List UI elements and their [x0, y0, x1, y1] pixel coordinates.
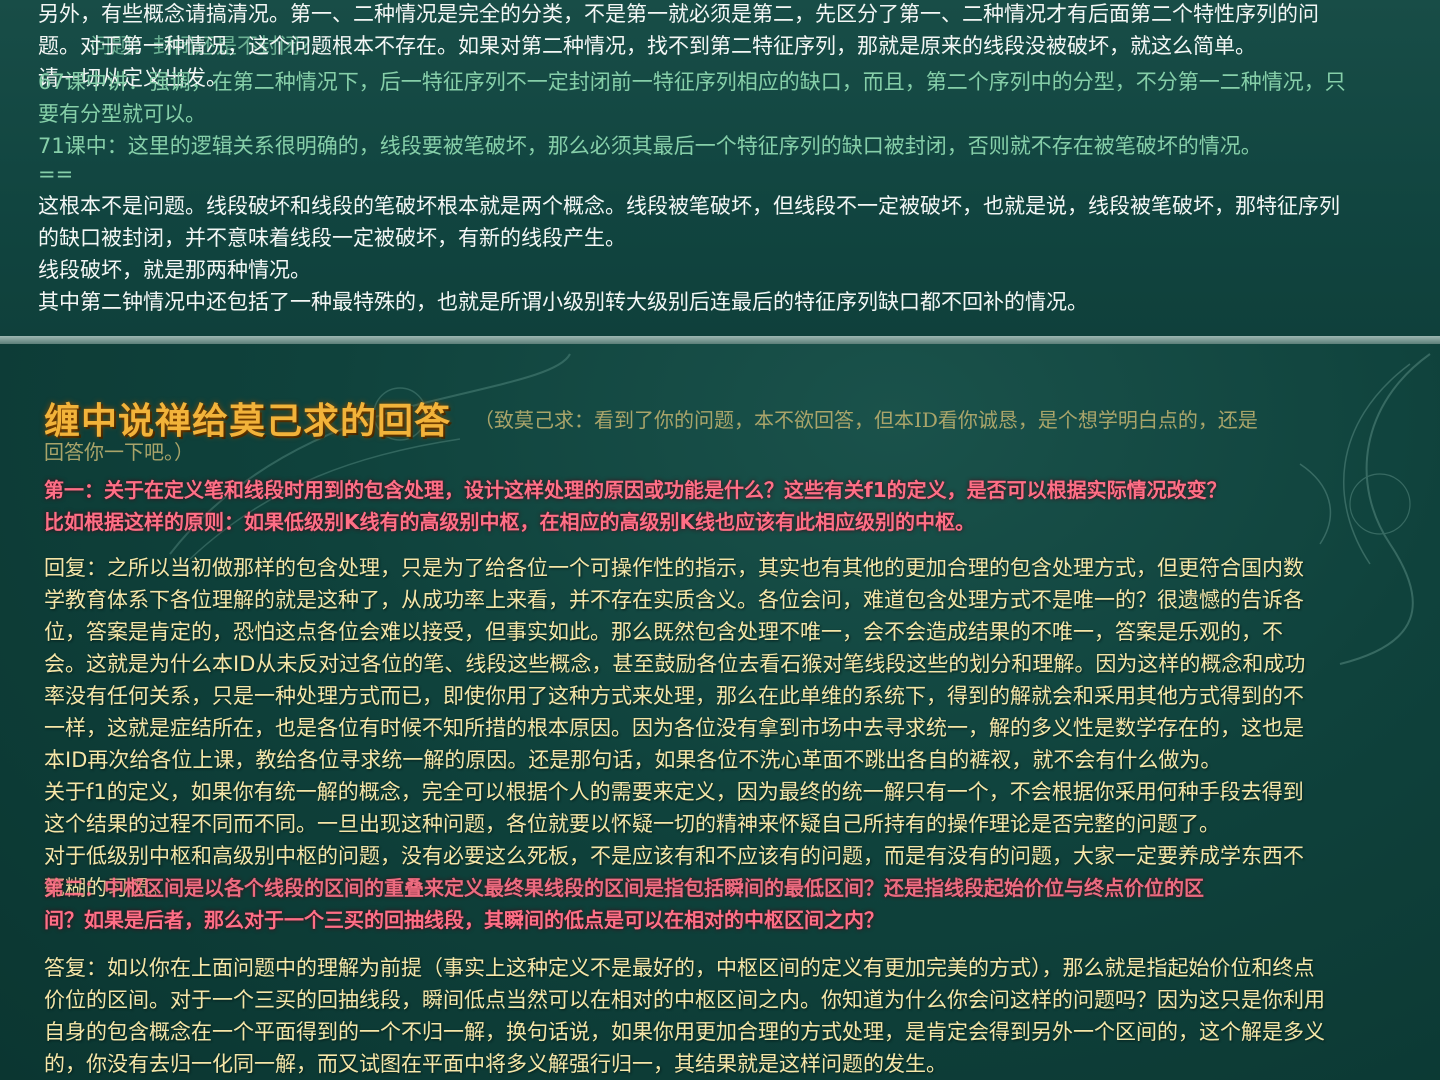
lower-answer-panel: 缠中说禅给莫己求的回答 （致莫己求：看到了你的问题，本不欲回答，但本ID看你诚恳…	[0, 344, 1440, 1080]
question-1-line-1: 第一：关于在定义笔和线段时用到的包含处理，设计这样处理的原因或功能是什么？这些有…	[44, 478, 1227, 502]
lesson-67-line-1: 67课中讲：强调，在第二种情况下，后一特征序列不一定封闭前一特征序列相应的缺口，…	[38, 70, 1346, 94]
section-divider	[0, 336, 1440, 344]
answer-2-line-3: 自身的包含概念在一个平面得到的一个不归一解，换句话说，如果你用更加合理的方式处理…	[44, 1020, 1325, 1044]
answer-1-line-4: 会。这就是为什么本ID从未反对过各位的笔、线段这些概念，甚至鼓励各位去看石猴对笔…	[44, 652, 1306, 676]
lesson-67-line-2: 要有分型就可以。	[38, 102, 206, 126]
separator-text: ==	[38, 162, 74, 186]
answer-1-line-9: 这个结果的过程不同而不同。一旦出现这种问题，各位就要以怀疑一切的精神来怀疑自己所…	[44, 812, 1220, 836]
answer-1-line-6: 一样，这就是症结所在，也是各位有时候不知所措的根本原因。因为各位没有拿到市场中去…	[44, 716, 1304, 740]
answer-2-line-2: 价位的区间。对于一个三买的回抽线段，瞬间低点当然可以在相对的中枢区间之内。你知道…	[44, 988, 1325, 1012]
answer-1-line-1: 回复：之所以当初做那样的包含处理，只是为了给各位一个可操作性的指示，其实也有其他…	[44, 556, 1304, 580]
reply-line-2: 的缺口被封闭，并不意味着线段一定被破坏，有新的线段产生。	[38, 226, 626, 250]
top-line-1: 另外，有些概念请搞清况。第一、二种情况是完全的分类，不是第一就必须是第二，先区分…	[38, 2, 1319, 26]
question-2-line-1: 第二：中枢区间是以各个线段的区间的重叠来定义最终果线段的区间是指包括瞬间的最低区…	[44, 876, 1204, 900]
top-line-2: 题。对于第一种情况，这个问题根本不存在。如果对第二种情况，找不到第二特征序列，那…	[38, 34, 1256, 58]
reply-line-1: 这根本不是问题。线段破坏和线段的笔破坏根本就是两个概念。线段被笔破坏，但线段不一…	[38, 194, 1340, 218]
answer-1-line-2: 学教育体系下各位理解的就是这种了，从成功率上来看，并不存在实质含义。各位会问，难…	[44, 588, 1304, 612]
question-1-line-2: 比如根据这样的原则：如果低级别K线有的高级别中枢，在相应的高级别K线也应该有此相…	[44, 510, 975, 534]
title-note-2: 回答你一下吧。）	[44, 440, 194, 464]
question-2-line-2: 间？如果是后者，那么对于一个三买的回抽线段，其瞬间的低点是可以在相对的中枢区间之…	[44, 908, 884, 932]
title-note-1: （致莫己求：看到了你的问题，本不欲回答，但本ID看你诚恳，是个想学明白点的，还是	[474, 408, 1258, 432]
answer-1-line-8: 关于f1的定义，如果你有统一解的概念，完全可以根据个人的需要来定义，因为最终的统…	[44, 780, 1304, 804]
answer-1-line-10: 对于低级别中枢和高级别中枢的问题，没有必要这么死板，不是应该有和不应该有的问题，…	[44, 844, 1304, 868]
answer-1-line-7: 本ID再次给各位上课，教给各位寻求统一解的原因。还是那句话，如果各位不洗心革面不…	[44, 748, 1222, 772]
answer-1-line-5: 率没有任何关系，只是一种处理方式而已，即使你用了这种方式来处理，那么在此单维的系…	[44, 684, 1304, 708]
upper-text-panel: 另外，有些概念请搞清况。第一、二种情况是完全的分类，不是第一就必须是第二，先区分…	[0, 0, 1440, 338]
lesson-71-line: 71课中：这里的逻辑关系很明确的，线段要被笔破坏，那么必须其最后一个特征序列的缺…	[38, 134, 1262, 158]
answer-2-line-1: 答复：如以你在上面问题中的理解为前提（事实上这种定义不是最好的，中枢区间的定义有…	[44, 956, 1315, 980]
answer-2-line-4: 的，你没有去归一化同一解，而又试图在平面中将多义解强行归一，其结果就是这样问题的…	[44, 1052, 947, 1076]
answer-1-line-3: 位，答案是肯定的，恐怕这点各位会难以接受，但事实如此。那么既然包含处理不唯一，会…	[44, 620, 1283, 644]
reply-line-4: 其中第二钟情况中还包括了一种最特殊的，也就是所谓小级别转大级别后连最后的特征序列…	[38, 290, 1088, 314]
reply-line-3: 线段破坏，就是那两种情况。	[38, 258, 311, 282]
